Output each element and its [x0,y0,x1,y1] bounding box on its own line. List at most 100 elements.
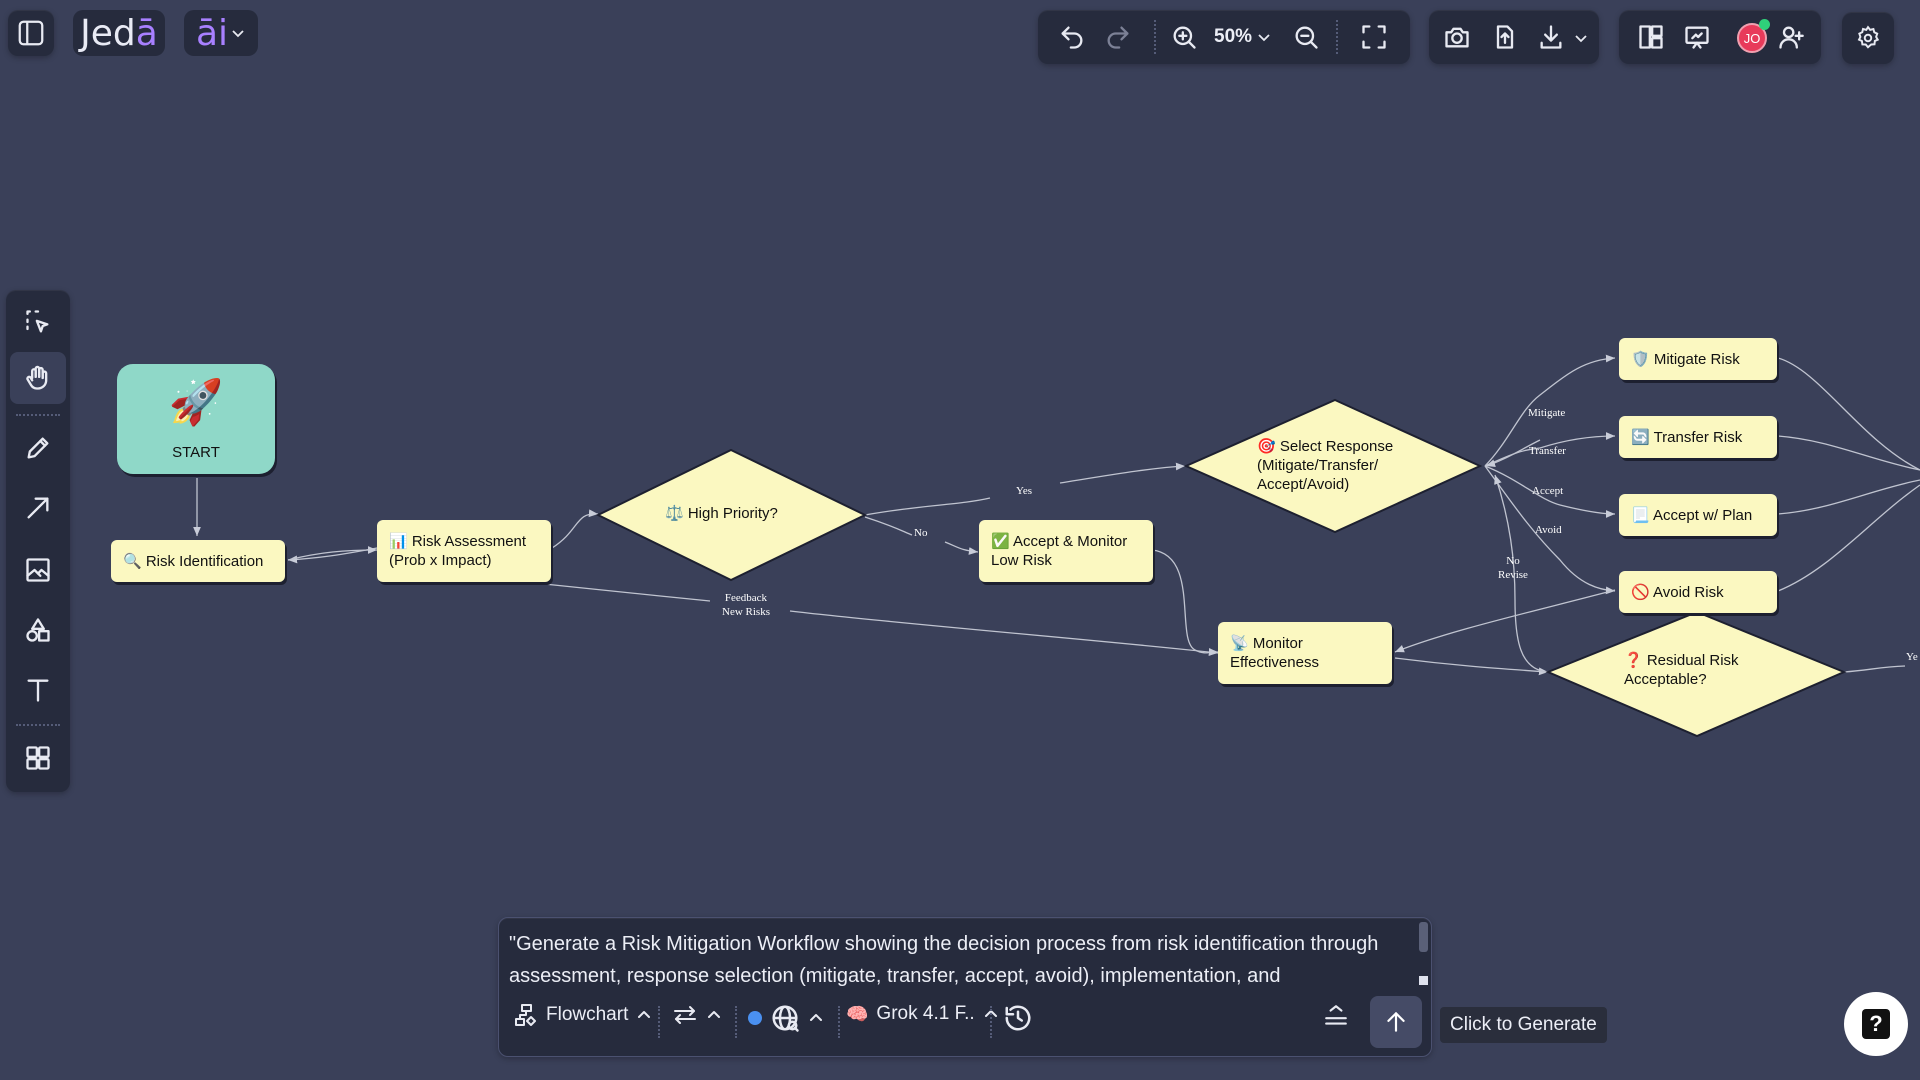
chevron-down-icon [232,30,244,38]
undo-button[interactable] [1050,15,1094,59]
screenshot-button[interactable] [1435,15,1479,59]
ai-menu-button[interactable]: āi [184,10,258,56]
redo-icon [1107,26,1129,49]
resize-handle[interactable] [1419,976,1428,985]
edge-monitor-residual [1394,657,1549,676]
transfer-risk-node[interactable]: 🔄 Transfer Risk [1619,416,1777,458]
text-tool-button[interactable] [16,668,60,712]
chevron-up-icon [708,1011,720,1018]
zoom-level-dropdown[interactable]: 50% [1214,24,1272,50]
collapse-lines-icon [1325,1005,1347,1025]
web-search-toggle[interactable] [748,1003,824,1033]
generate-tooltip: Click to Generate [1440,1007,1607,1043]
divider [990,1006,992,1038]
divider [658,1006,660,1038]
add-user-button[interactable] [1769,15,1813,59]
chevron-down-icon[interactable] [1573,30,1589,46]
drawing-toolbar [6,290,70,792]
chevron-up-icon [638,1011,651,1018]
templates-button[interactable] [16,736,60,780]
edge-priority-no [864,516,913,536]
fullscreen-icon [1362,25,1386,49]
edge-label-mitigate: Mitigate [1528,407,1566,419]
pen-tool-button[interactable] [16,426,60,470]
brain-icon: 🧠 [846,1003,869,1024]
redo-button[interactable] [1096,15,1140,59]
edge-label-transfer: Transfer [1529,445,1566,457]
generate-button[interactable] [1370,996,1422,1048]
divider [735,1006,737,1038]
mitigate-risk-node[interactable]: 🛡️ Mitigate Risk [1619,338,1777,380]
swap-arrows-icon [674,1006,696,1024]
residual-risk-label: ❓ Residual Risk Acceptable? [1624,652,1739,688]
ai-prompt-box: "Generate a Risk Mitigation Workflow sho… [498,917,1432,1057]
zoom-in-icon [1173,26,1196,49]
sidebar-toggle[interactable] [8,10,54,56]
edge-assess-priority [551,509,599,549]
arrow-up-icon [1387,1012,1405,1032]
edge-label-no-revise: No Revise [1498,555,1528,581]
direction-selector[interactable] [672,1003,722,1027]
monitor-effectiveness-node[interactable]: 📡 Monitor Effectiveness [1218,622,1392,684]
arrow-tool-button[interactable] [16,486,60,530]
gear-icon [1857,25,1880,49]
add-user-icon [1779,26,1804,49]
help-button[interactable]: ? [1844,992,1908,1056]
edge-label-accept: Accept [1532,485,1564,497]
history-icon [1005,1005,1031,1031]
pencil-icon [27,437,49,459]
fit-screen-button[interactable] [1352,15,1396,59]
edge-label-feedback: Feedback New Risks [722,592,770,618]
edge-feedback [524,581,711,602]
select-cursor-icon [26,310,49,333]
image-tool-button[interactable] [16,548,60,592]
select-tool-button[interactable] [16,300,60,344]
status-dot [748,1011,762,1025]
edge-label-no: No [914,527,928,539]
history-button[interactable] [1003,1003,1033,1033]
prompt-scrollbar[interactable] [1419,922,1428,952]
model-selector[interactable]: 🧠 Grok 4.1 F.. [846,1003,999,1025]
upload-button[interactable] [1483,15,1527,59]
rocket-icon: 🚀 [168,378,224,427]
layout-button[interactable] [1629,15,1673,59]
risk-assessment-node[interactable]: 📊 Risk Assessment (Prob x Impact) [377,520,551,582]
export-toolbar [1429,10,1599,64]
zoom-out-button[interactable] [1284,15,1328,59]
edge-label-yes: Yes [1016,485,1033,497]
start-node[interactable]: 🚀 START [117,364,275,474]
divider [16,724,60,726]
sidebar-panel-icon [18,20,44,46]
collapse-button[interactable] [1323,1003,1349,1029]
download-icon [1540,25,1562,49]
shapes-tool-button[interactable] [16,608,60,652]
camera-icon [1445,27,1469,48]
divider [838,1006,840,1038]
prompt-input[interactable]: "Generate a Risk Mitigation Workflow sho… [509,928,1389,992]
chevron-down-icon [1258,34,1270,42]
text-icon [27,679,49,702]
grid-icon [26,746,50,770]
brand-logo[interactable]: Jed ā [73,10,165,56]
accept-monitor-node[interactable]: ✅ Accept & Monitor Low Risk [979,520,1153,582]
presentation-button[interactable] [1675,15,1719,59]
settings-button[interactable] [1842,12,1894,64]
diagram-type-selector[interactable]: Flowchart [514,1003,652,1027]
presentation-icon [1685,26,1709,49]
arrow-icon [27,497,49,519]
help-icon: ? [1862,1009,1890,1039]
zoom-in-button[interactable] [1162,15,1206,59]
history-zoom-toolbar: 50% [1038,10,1410,64]
image-icon [26,558,50,582]
risk-identification-node[interactable]: 🔍 Risk Identification [111,540,285,582]
hand-tool-button[interactable] [10,352,66,404]
avoid-risk-node[interactable]: 🚫 Avoid Risk [1619,571,1777,613]
divider [1336,20,1338,54]
accept-plan-node[interactable]: 📃 Accept w/ Plan [1619,494,1777,536]
divider [1154,20,1156,54]
edge-label-avoid: Avoid [1535,524,1562,536]
flowchart-icon [515,1004,536,1026]
select-response-label: 🎯 Select Response (Mitigate/Transfer/ Ac… [1257,438,1394,493]
download-button[interactable] [1529,15,1573,59]
edge-avoid-monitor [1394,589,1616,653]
